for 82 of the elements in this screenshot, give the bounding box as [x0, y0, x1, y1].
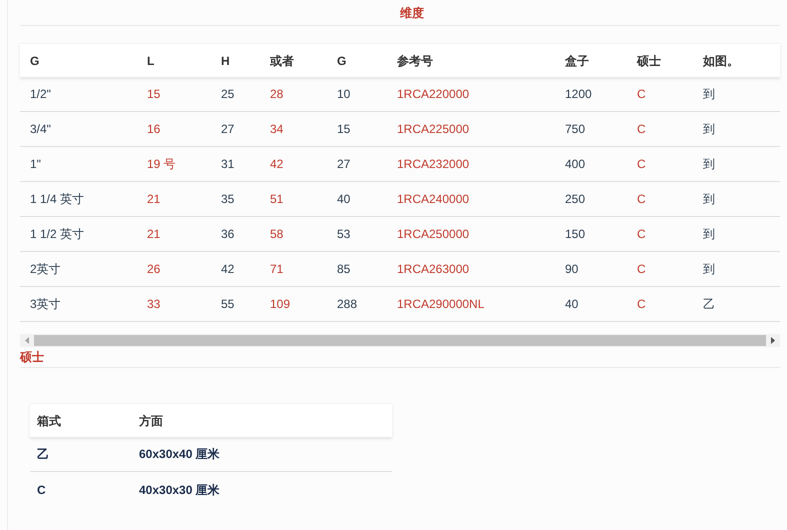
table-cell: 42: [221, 262, 234, 276]
table-cell: 1 1/4 英寸: [30, 192, 84, 206]
table-cell: 1": [30, 157, 41, 171]
table-cell: 1200: [565, 87, 592, 101]
table-cell: 乙: [37, 447, 49, 461]
column-header: 如图。: [703, 54, 739, 68]
table-cell: 750: [565, 122, 586, 136]
table-cell: 1RCA250000: [397, 227, 470, 241]
column-header: G: [337, 54, 346, 68]
table-cell: 10: [337, 87, 350, 101]
table-cell: 1RCA232000: [397, 157, 470, 171]
table-cell: 35: [221, 192, 234, 206]
table-cell: C: [637, 122, 646, 136]
table-cell: 150: [565, 227, 586, 241]
table-cell: 26: [147, 262, 160, 276]
table-cell: 16: [147, 122, 160, 136]
table-cell: 1RCA263000: [397, 262, 470, 276]
table-cell: 3/4": [30, 122, 51, 136]
table-cell: 34: [270, 122, 284, 136]
table-cell: 乙: [703, 297, 715, 311]
table-cell: 2英寸: [30, 262, 61, 276]
table-cell: 53: [337, 227, 350, 241]
table-cell: C: [637, 262, 646, 276]
table-cell: 71: [270, 262, 284, 276]
table-cell: 33: [147, 297, 160, 311]
table-cell: C: [37, 482, 46, 496]
table-cell: 109: [270, 297, 290, 311]
table-cell: 400: [565, 157, 586, 171]
column-header: 参考号: [397, 54, 433, 68]
section-heading: 维度: [400, 5, 424, 22]
table-cell: 25: [221, 87, 234, 101]
column-header: 箱式: [37, 414, 61, 428]
table-cell: 27: [221, 122, 234, 136]
table-cell: 40: [565, 297, 578, 311]
table-cell: 3英寸: [30, 297, 61, 311]
table-cell: C: [637, 157, 646, 171]
table-cell: 40x30x30 厘米: [139, 482, 220, 496]
table-cell: 到: [703, 192, 715, 206]
table-cell: 60x30x40 厘米: [139, 447, 220, 461]
table-cell: 到: [703, 87, 715, 101]
table-cell: 15: [147, 87, 160, 101]
table-cell: 19 号: [147, 157, 176, 171]
table-cell: 36: [221, 227, 234, 241]
column-header: H: [221, 54, 230, 68]
table-cell: 到: [703, 157, 715, 171]
table-cell: 21: [147, 192, 160, 206]
table-cell: 1/2": [30, 87, 51, 101]
table-cell: 1RCA240000: [397, 192, 470, 206]
table-cell: 85: [337, 262, 350, 276]
table-cell: 到: [703, 227, 715, 241]
table-cell: C: [637, 227, 646, 241]
column-header: G: [30, 54, 40, 68]
table-cell: 40: [337, 192, 350, 206]
table-cell: 28: [270, 87, 284, 101]
table-cell: 51: [270, 192, 284, 206]
table-cell: 1RCA225000: [397, 122, 470, 136]
table-cell: 55: [221, 297, 234, 311]
table-cell: 21: [147, 227, 160, 241]
table-cell: 到: [703, 122, 715, 136]
table-cell: 90: [565, 262, 578, 276]
horizontal-scrollbar[interactable]: [20, 334, 780, 347]
table-cell: 58: [270, 227, 284, 241]
table-cell: 42: [270, 157, 284, 171]
table-cell: C: [637, 87, 646, 101]
table-cell: 1RCA290000NL: [397, 297, 484, 311]
table-cell: 1 1/2 英寸: [30, 227, 84, 241]
column-header: 硕士: [637, 54, 661, 68]
table-cell: 到: [703, 262, 715, 276]
column-header: 方面: [139, 414, 163, 428]
column-header: L: [147, 54, 154, 68]
table-cell: C: [637, 297, 646, 311]
scrollbar-thumb[interactable]: [34, 335, 766, 346]
table-cell: 27: [337, 157, 350, 171]
table-cell: 31: [221, 157, 234, 171]
table-cell: 15: [337, 122, 350, 136]
table-cell: 1RCA220000: [397, 87, 470, 101]
column-header: 或者: [270, 54, 294, 68]
column-header: 盒子: [565, 54, 589, 68]
table-cell: 250: [565, 192, 586, 206]
section-heading: 硕士: [20, 349, 44, 366]
table-cell: 288: [337, 297, 358, 311]
table-cell: C: [637, 192, 646, 206]
